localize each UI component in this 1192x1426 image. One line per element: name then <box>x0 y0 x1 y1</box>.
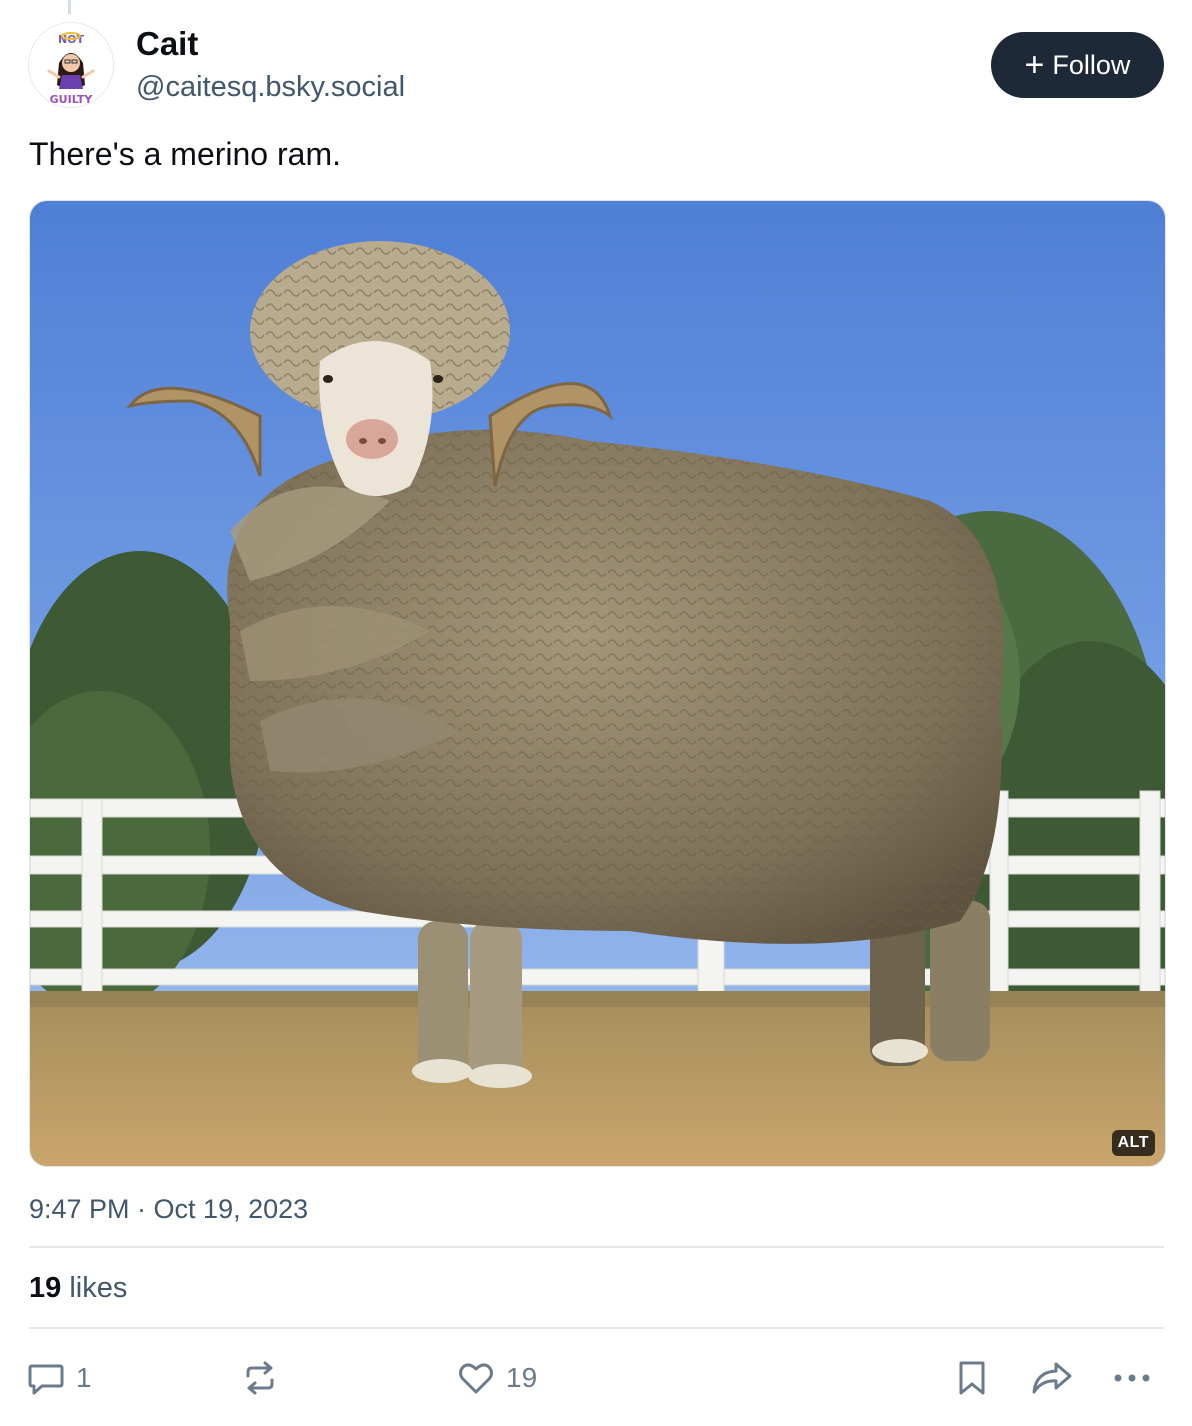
post-container: NOT GUILTY Cait @caitesq.bsky.social + F… <box>0 0 1192 1426</box>
post-timestamp[interactable]: 9:47 PM · Oct 19, 2023 <box>29 1192 308 1226</box>
alt-badge[interactable]: ALT <box>1111 1130 1155 1156</box>
action-bar: 1 19 <box>0 1350 1192 1406</box>
like-button[interactable]: 19 <box>456 1350 537 1406</box>
thread-line <box>68 0 71 14</box>
share-icon <box>1032 1362 1072 1394</box>
like-count: 19 <box>506 1362 538 1393</box>
divider <box>29 1327 1164 1329</box>
merino-ram-photo <box>30 201 1165 1166</box>
heart-icon <box>459 1363 493 1394</box>
follow-button-label: Follow <box>1052 49 1131 80</box>
author-avatar[interactable]: NOT GUILTY <box>28 22 114 108</box>
likes-row[interactable]: 19 likes <box>29 1270 127 1306</box>
reply-button[interactable]: 1 <box>26 1350 92 1406</box>
more-options-button[interactable] <box>1110 1350 1154 1406</box>
repost-button[interactable] <box>240 1350 290 1406</box>
author-handle[interactable]: @caitesq.bsky.social <box>136 68 405 106</box>
bookmark-button[interactable] <box>952 1350 992 1406</box>
likes-count: 19 <box>29 1272 62 1304</box>
not-guilty-avatar-icon: NOT GUILTY <box>29 23 113 107</box>
svg-text:GUILTY: GUILTY <box>50 93 94 106</box>
author-name[interactable]: Cait <box>136 24 198 64</box>
bookmark-icon <box>959 1361 985 1395</box>
post-image[interactable]: ALT <box>29 200 1166 1167</box>
reply-icon <box>28 1364 64 1395</box>
plus-icon: + <box>1024 46 1045 84</box>
divider <box>29 1246 1164 1248</box>
post-text: There's a merino ram. <box>29 136 341 172</box>
likes-label: likes <box>69 1272 128 1304</box>
repost-icon <box>246 1361 274 1395</box>
more-icon <box>1114 1374 1150 1382</box>
share-button[interactable] <box>1030 1350 1074 1406</box>
follow-button[interactable]: + Follow <box>991 32 1164 98</box>
reply-count: 1 <box>76 1362 92 1393</box>
